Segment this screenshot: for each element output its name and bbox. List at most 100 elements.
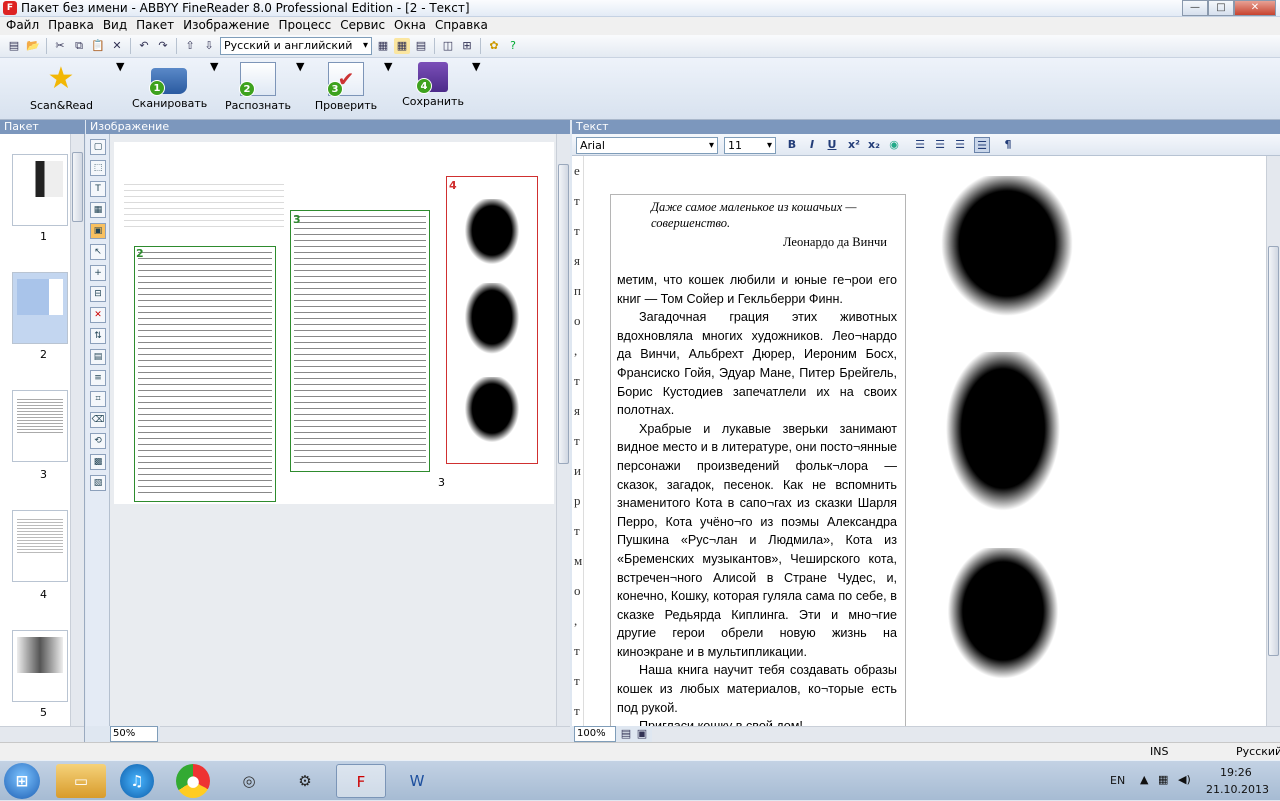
save-button[interactable]: 4 Сохранить xyxy=(402,60,464,118)
delete-icon[interactable]: ✕ xyxy=(109,38,125,54)
network-icon[interactable]: ▦ xyxy=(1158,773,1168,786)
image-edit-icon[interactable]: ▩ xyxy=(90,454,106,470)
recognized-text[interactable]: метим, что кошек любили и юные ге¬рои ег… xyxy=(617,271,897,726)
next-page-icon[interactable]: ⇩ xyxy=(201,38,217,54)
page-thumbnail[interactable] xyxy=(12,630,68,702)
close-button[interactable]: ✕ xyxy=(1234,0,1276,16)
new-batch-icon[interactable]: ▤ xyxy=(6,38,22,54)
language-select[interactable]: Русский и английский xyxy=(220,37,372,55)
text-page-mode-icon[interactable]: ▣ xyxy=(634,726,650,742)
scan-read-dropdown-icon[interactable]: ▼ xyxy=(116,60,124,118)
rotate-icon[interactable]: ⟲ xyxy=(90,433,106,449)
steam-taskbar-icon[interactable]: ⚙ xyxy=(280,764,330,798)
chrome-taskbar-icon[interactable]: ● xyxy=(176,764,210,798)
save-dropdown-icon[interactable]: ▼ xyxy=(472,60,480,118)
lines-icon[interactable]: ≡ xyxy=(90,370,106,386)
picture-block-4[interactable]: 4 xyxy=(446,176,538,464)
menu-packet[interactable]: Пакет xyxy=(136,17,180,35)
menu-help[interactable]: Справка xyxy=(435,17,494,35)
itunes-taskbar-icon[interactable]: ♫ xyxy=(120,764,154,798)
volume-icon[interactable]: ◀) xyxy=(1178,773,1191,786)
pointer-icon[interactable]: ↖ xyxy=(90,244,106,260)
paragraph[interactable]: Наша книга научит тебя создавать образы … xyxy=(617,661,897,717)
explorer-taskbar-icon[interactable]: ▭ xyxy=(56,764,106,798)
text-view-mode-icon[interactable]: ▤ xyxy=(618,726,634,742)
delete-block-icon[interactable]: ✕ xyxy=(90,307,106,323)
tray-arrow-icon[interactable]: ▲ xyxy=(1140,773,1148,786)
minimize-button[interactable]: — xyxy=(1182,0,1208,16)
area-tool-icon[interactable]: ⬚ xyxy=(90,160,106,176)
view-mode-2-icon[interactable]: ▦ xyxy=(394,38,410,54)
page-thumbnail[interactable] xyxy=(12,154,68,226)
layout-table-icon[interactable]: ⊞ xyxy=(459,38,475,54)
table-block-icon[interactable]: ▦ xyxy=(90,202,106,218)
cut-block-icon[interactable]: ⊟ xyxy=(90,286,106,302)
page-thumbnail-selected[interactable] xyxy=(12,272,68,344)
underline-button[interactable]: U xyxy=(824,137,840,153)
redo-icon[interactable]: ↷ xyxy=(155,38,171,54)
finereader-taskbar-icon[interactable]: F xyxy=(336,764,386,798)
show-marks-button[interactable]: ¶ xyxy=(1000,137,1016,153)
packet-scrollbar[interactable] xyxy=(70,134,84,726)
layout-split-icon[interactable]: ◫ xyxy=(440,38,456,54)
font-select[interactable]: Arial xyxy=(576,137,718,154)
paragraph[interactable]: Храбрые и лукавые зверьки занимают видно… xyxy=(617,420,897,662)
start-button[interactable]: ⊞ xyxy=(4,763,40,799)
options-gear-icon[interactable]: ✿ xyxy=(486,38,502,54)
view-mode-1-icon[interactable]: ▦ xyxy=(375,38,391,54)
view-mode-3-icon[interactable]: ▤ xyxy=(413,38,429,54)
align-left-icon[interactable]: ☰ xyxy=(912,137,928,153)
open-icon[interactable]: 📂 xyxy=(25,38,41,54)
app-icon[interactable]: F xyxy=(3,1,17,15)
clock-time[interactable]: 19:26 xyxy=(1220,766,1252,779)
paste-icon[interactable]: 📋 xyxy=(90,38,106,54)
align-right-icon[interactable]: ☰ xyxy=(952,137,968,153)
recognize-button[interactable]: 2 Распознать xyxy=(224,60,292,118)
text-block-icon[interactable]: T xyxy=(90,181,106,197)
text-scroll-thumb[interactable] xyxy=(1268,246,1279,656)
menu-process[interactable]: Процесс xyxy=(278,17,337,35)
image-hscrollbar[interactable] xyxy=(160,726,570,742)
check-dropdown-icon[interactable]: ▼ xyxy=(384,60,392,118)
order-blocks-icon[interactable]: ⇅ xyxy=(90,328,106,344)
packet-hscrollbar[interactable] xyxy=(0,726,84,742)
language-globe-icon[interactable]: ◉ xyxy=(886,137,902,153)
crop-icon[interactable]: ⌗ xyxy=(90,391,106,407)
image-zoom-select[interactable]: 50% xyxy=(110,726,158,742)
picture-block-icon[interactable]: ▣ xyxy=(90,223,106,239)
bold-button[interactable]: B xyxy=(784,137,800,153)
menu-edit[interactable]: Правка xyxy=(48,17,100,35)
menu-file[interactable]: Файл xyxy=(6,17,45,35)
epigraph-author[interactable]: Леонардо да Винчи xyxy=(783,235,887,250)
subscript-button[interactable]: x₂ xyxy=(866,137,882,153)
menu-service[interactable]: Сервис xyxy=(340,17,391,35)
text-block-2[interactable]: 2 xyxy=(134,246,276,502)
align-justify-icon[interactable]: ☰ xyxy=(974,137,990,153)
paragraph[interactable]: Загадочная грация этих животных вдохновл… xyxy=(617,308,897,420)
eraser-icon[interactable]: ⌫ xyxy=(90,412,106,428)
image-scroll-thumb[interactable] xyxy=(558,164,569,464)
align-center-icon[interactable]: ☰ xyxy=(932,137,948,153)
page-thumbnail[interactable] xyxy=(12,390,68,462)
scan-read-button[interactable]: ★ Scan&Read xyxy=(30,60,93,118)
copy-icon[interactable]: ⧉ xyxy=(71,38,87,54)
scan-dropdown-icon[interactable]: ▼ xyxy=(210,60,218,118)
packet-scroll-thumb[interactable] xyxy=(72,152,83,222)
grid-icon[interactable]: ▤ xyxy=(90,349,106,365)
paragraph[interactable]: метим, что кошек любили и юные ге¬рои ег… xyxy=(617,271,897,308)
image-scrollbar[interactable] xyxy=(556,134,570,726)
undo-icon[interactable]: ↶ xyxy=(136,38,152,54)
add-block-icon[interactable]: + xyxy=(90,265,106,281)
check-button[interactable]: ✔ 3 Проверить xyxy=(312,60,380,118)
clock-date[interactable]: 21.10.2013 xyxy=(1206,783,1269,796)
menu-windows[interactable]: Окна xyxy=(394,17,432,35)
cut-icon[interactable]: ✂ xyxy=(52,38,68,54)
page-thumbnail[interactable] xyxy=(12,510,68,582)
menu-image[interactable]: Изображение xyxy=(183,17,275,35)
italic-button[interactable]: I xyxy=(804,137,820,153)
text-scrollbar[interactable] xyxy=(1266,156,1280,726)
superscript-button[interactable]: x² xyxy=(846,137,862,153)
image-save-icon[interactable]: ▧ xyxy=(90,475,106,491)
epigraph-line-1[interactable]: Даже самое маленькое из кошачьих — xyxy=(651,200,857,214)
image-view[interactable]: 2 3 3 4 xyxy=(110,134,570,726)
